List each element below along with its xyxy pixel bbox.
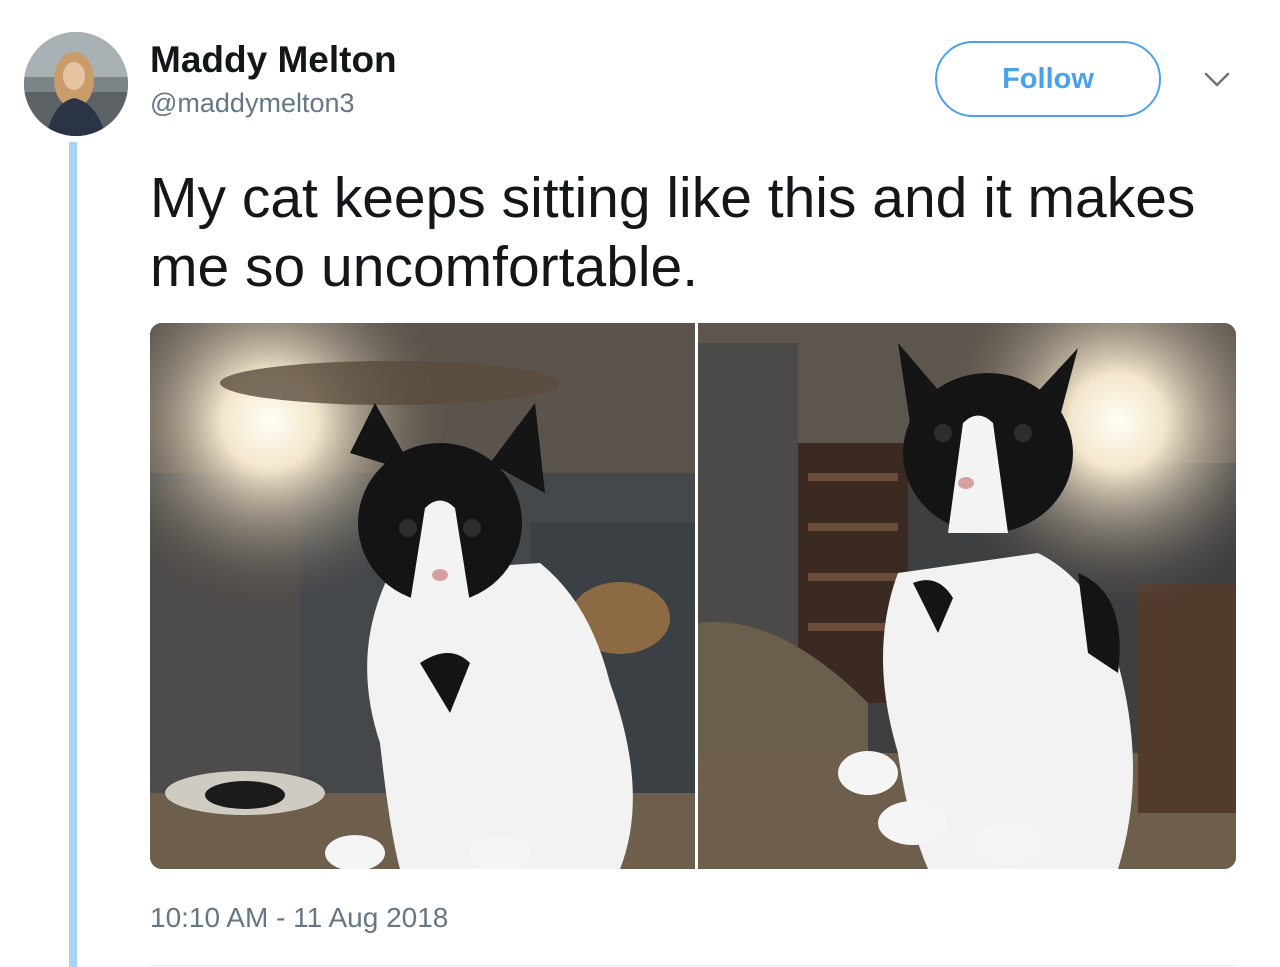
media-grid (150, 323, 1236, 869)
avatar[interactable] (24, 32, 128, 136)
cat-photo-2[interactable] (698, 323, 1236, 869)
tweet-card: Maddy Melton @maddymelton3 Follow My cat… (0, 0, 1280, 967)
divider (150, 965, 1236, 966)
author-name[interactable]: Maddy Melton (150, 38, 397, 82)
thread-line (69, 142, 77, 967)
follow-button[interactable]: Follow (935, 41, 1161, 117)
cat-photo-1[interactable] (150, 323, 695, 869)
tweet-text: My cat keeps sitting like this and it ma… (150, 166, 1196, 299)
chevron-down-icon[interactable] (1199, 64, 1235, 94)
tweet-timestamp[interactable]: 10:10 AM - 11 Aug 2018 (150, 900, 448, 936)
author-handle[interactable]: @maddymelton3 (150, 86, 355, 120)
